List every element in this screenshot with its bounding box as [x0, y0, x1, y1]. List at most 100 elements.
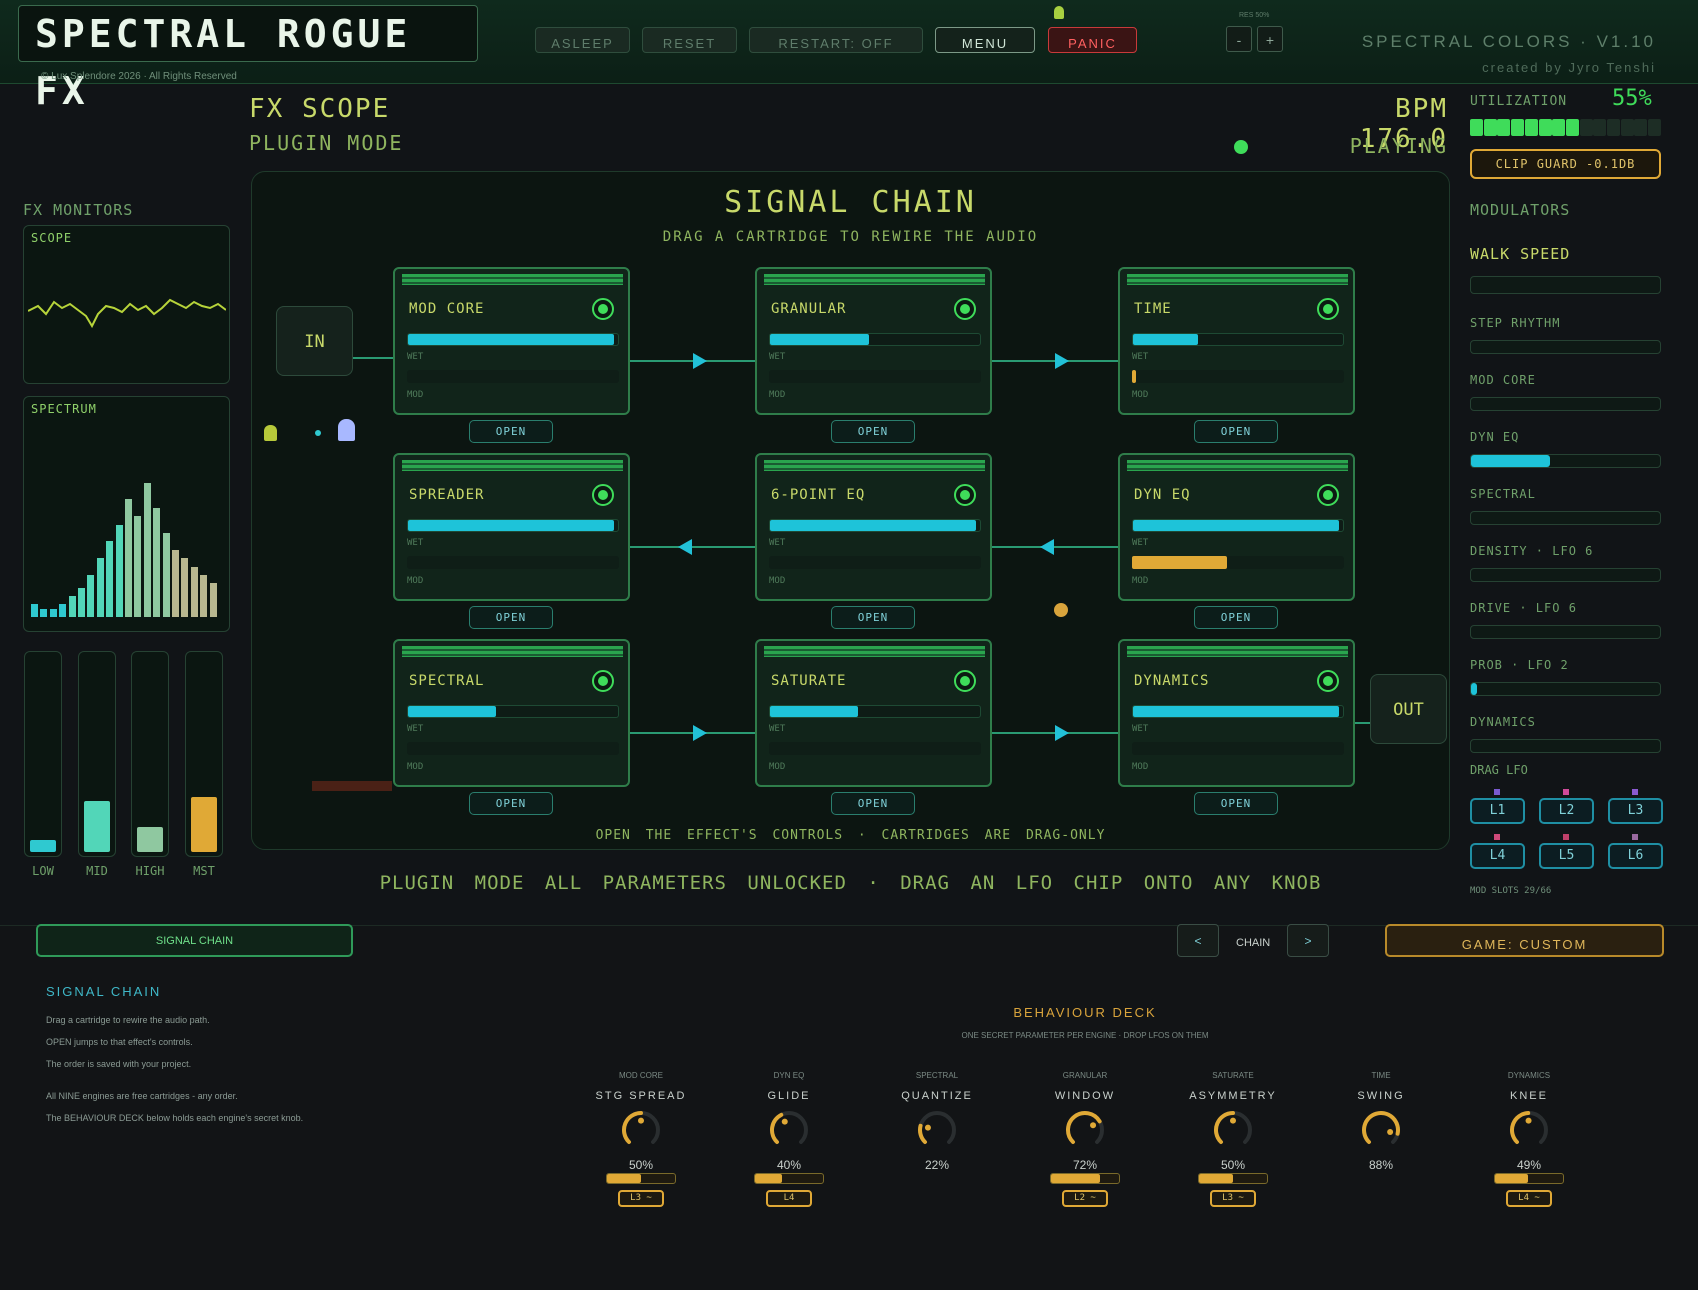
- open-time-button[interactable]: OPEN: [1194, 420, 1278, 443]
- knob-dial[interactable]: [1211, 1108, 1255, 1152]
- cartridge-power-toggle[interactable]: [592, 298, 614, 320]
- cartridge-time[interactable]: TIME WET MOD: [1118, 267, 1355, 415]
- knob-lfo-chip[interactable]: L3 ~: [1210, 1190, 1256, 1207]
- cartridge-power-toggle[interactable]: [1317, 298, 1339, 320]
- game-mode-button[interactable]: GAME: CUSTOM: [1385, 924, 1664, 957]
- knob-mod-depth[interactable]: [606, 1173, 676, 1184]
- open-spreader-button[interactable]: OPEN: [469, 606, 553, 629]
- open-dynamics-button[interactable]: OPEN: [1194, 792, 1278, 815]
- next-page-button[interactable]: >: [1287, 924, 1329, 957]
- knob-glide[interactable]: DYN EQ GLIDE 40%: [729, 1071, 849, 1172]
- restart-button[interactable]: RESTART: OFF: [749, 27, 923, 53]
- knob-swing[interactable]: TIME SWING 88%: [1321, 1071, 1441, 1172]
- knob-lfo-chip[interactable]: L4 ~: [1506, 1190, 1552, 1207]
- mod-slider[interactable]: [407, 370, 619, 383]
- knob-asymmetry[interactable]: SATURATE ASYMMETRY 50%: [1173, 1071, 1293, 1172]
- open-granular-button[interactable]: OPEN: [831, 420, 915, 443]
- knob-mod-depth[interactable]: [1494, 1173, 1564, 1184]
- wet-slider[interactable]: [407, 519, 619, 532]
- cartridge-power-toggle[interactable]: [1317, 670, 1339, 692]
- modulator-slider[interactable]: [1470, 454, 1661, 468]
- cartridge-dyn-eq[interactable]: DYN EQ WET MOD: [1118, 453, 1355, 601]
- knob-dial[interactable]: [619, 1108, 663, 1152]
- cartridge-mod-core[interactable]: MOD CORE WET MOD: [393, 267, 630, 415]
- wet-slider[interactable]: [1132, 333, 1344, 346]
- knob-dial[interactable]: [1507, 1108, 1551, 1152]
- cartridge-spectral[interactable]: SPECTRAL WET MOD: [393, 639, 630, 787]
- modulator-slider[interactable]: [1470, 511, 1661, 525]
- cartridge-power-toggle[interactable]: [954, 484, 976, 506]
- knob-lfo-chip[interactable]: L4: [766, 1190, 812, 1207]
- lfo-chip-l3[interactable]: L3: [1608, 798, 1663, 824]
- open-mod-core-button[interactable]: OPEN: [469, 420, 553, 443]
- clip-guard-button[interactable]: CLIP GUARD -0.1DB: [1470, 149, 1661, 179]
- open-dyn-eq-button[interactable]: OPEN: [1194, 606, 1278, 629]
- menu-button[interactable]: MENU: [935, 27, 1035, 53]
- fx-monitors-label: FX MONITORS: [23, 201, 134, 219]
- chain-subtitle: DRAG A CARTRIDGE TO REWIRE THE AUDIO: [662, 229, 1039, 245]
- cartridge-power-toggle[interactable]: [954, 298, 976, 320]
- cartridge-power-toggle[interactable]: [592, 670, 614, 692]
- knob-stg-spread[interactable]: MOD CORE STG SPREAD 50%: [581, 1071, 701, 1172]
- mod-slider[interactable]: [407, 556, 619, 569]
- res-minus-button[interactable]: -: [1226, 26, 1252, 52]
- wet-slider[interactable]: [407, 333, 619, 346]
- knob-mod-depth[interactable]: [1198, 1173, 1268, 1184]
- knob-mod-depth[interactable]: [1050, 1173, 1120, 1184]
- open-saturate-button[interactable]: OPEN: [831, 792, 915, 815]
- mod-slider[interactable]: [407, 742, 619, 755]
- lfo-chip-l2[interactable]: L2: [1539, 798, 1594, 824]
- open-6-point-eq-button[interactable]: OPEN: [831, 606, 915, 629]
- mod-slider[interactable]: [769, 556, 981, 569]
- wet-slider[interactable]: [769, 519, 981, 532]
- tab-signal-chain[interactable]: SIGNAL CHAIN: [36, 924, 353, 957]
- lfo-chip-l6[interactable]: L6: [1608, 843, 1663, 869]
- mod-slider[interactable]: [1132, 556, 1344, 569]
- wet-slider[interactable]: [1132, 519, 1344, 532]
- mod-slider[interactable]: [1132, 742, 1344, 755]
- reset-button[interactable]: RESET: [642, 27, 737, 53]
- cartridge-6-point-eq[interactable]: 6-POINT EQ WET MOD: [755, 453, 992, 601]
- cartridge-spreader[interactable]: SPREADER WET MOD: [393, 453, 630, 601]
- cartridge-dynamics[interactable]: DYNAMICS WET MOD: [1118, 639, 1355, 787]
- mod-slider[interactable]: [1132, 370, 1344, 383]
- knob-knee[interactable]: DYNAMICS KNEE 49%: [1469, 1071, 1589, 1172]
- wet-fill: [770, 520, 976, 531]
- prev-page-button[interactable]: <: [1177, 924, 1219, 957]
- knob-lfo-chip[interactable]: L2 ~: [1062, 1190, 1108, 1207]
- panic-button[interactable]: PANIC: [1048, 27, 1137, 53]
- wet-slider[interactable]: [407, 705, 619, 718]
- knob-quantize[interactable]: SPECTRAL QUANTIZE 22%: [877, 1071, 997, 1172]
- asleep-button[interactable]: ASLEEP: [535, 27, 630, 53]
- cartridge-power-toggle[interactable]: [1317, 484, 1339, 506]
- cartridge-power-toggle[interactable]: [592, 484, 614, 506]
- knob-dial[interactable]: [1063, 1108, 1107, 1152]
- modulator-slider[interactable]: [1470, 397, 1661, 411]
- chain-title: SIGNAL CHAIN: [724, 185, 977, 220]
- knob-window[interactable]: GRANULAR WINDOW 72%: [1025, 1071, 1145, 1172]
- modulator-slider[interactable]: [1470, 682, 1661, 696]
- cartridge-saturate[interactable]: SATURATE WET MOD: [755, 639, 992, 787]
- lfo-chip-l1[interactable]: L1: [1470, 798, 1525, 824]
- knob-lfo-chip[interactable]: L3 ~: [618, 1190, 664, 1207]
- cartridge-granular[interactable]: GRANULAR WET MOD: [755, 267, 992, 415]
- lfo-chip-l5[interactable]: L5: [1539, 843, 1594, 869]
- knob-mod-depth[interactable]: [754, 1173, 824, 1184]
- walk-speed-slider[interactable]: [1470, 276, 1661, 294]
- modulator-slider[interactable]: [1470, 625, 1661, 639]
- wet-slider[interactable]: [1132, 705, 1344, 718]
- knob-dial[interactable]: [767, 1108, 811, 1152]
- lfo-chip-l4[interactable]: L4: [1470, 843, 1525, 869]
- open-spectral-button[interactable]: OPEN: [469, 792, 553, 815]
- mod-slider[interactable]: [769, 370, 981, 383]
- cartridge-power-toggle[interactable]: [954, 670, 976, 692]
- wet-slider[interactable]: [769, 705, 981, 718]
- modulator-slider[interactable]: [1470, 568, 1661, 582]
- mod-slider[interactable]: [769, 742, 981, 755]
- wet-slider[interactable]: [769, 333, 981, 346]
- res-plus-button[interactable]: +: [1257, 26, 1283, 52]
- knob-dial[interactable]: [1359, 1108, 1403, 1152]
- modulator-slider[interactable]: [1470, 739, 1661, 753]
- modulator-slider[interactable]: [1470, 340, 1661, 354]
- knob-dial[interactable]: [915, 1108, 959, 1152]
